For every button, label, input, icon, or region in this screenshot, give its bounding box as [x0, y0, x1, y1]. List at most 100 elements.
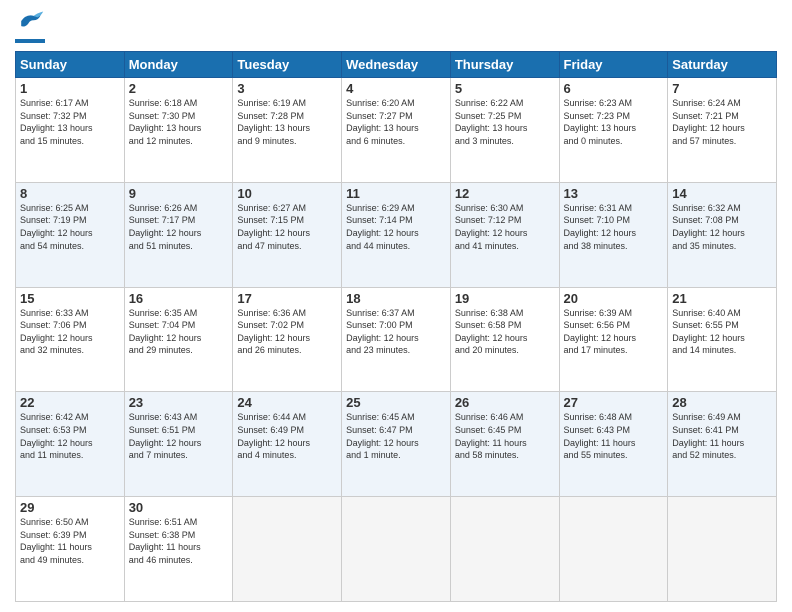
day-info: Sunrise: 6:37 AMSunset: 7:00 PMDaylight:… — [346, 307, 446, 357]
table-row: 25Sunrise: 6:45 AMSunset: 6:47 PMDayligh… — [342, 392, 451, 497]
calendar-week-row: 22Sunrise: 6:42 AMSunset: 6:53 PMDayligh… — [16, 392, 777, 497]
header-monday: Monday — [124, 52, 233, 78]
day-number: 1 — [20, 81, 120, 96]
day-number: 17 — [237, 291, 337, 306]
day-info: Sunrise: 6:23 AMSunset: 7:23 PMDaylight:… — [564, 97, 664, 147]
day-number: 10 — [237, 186, 337, 201]
day-number: 11 — [346, 186, 446, 201]
table-row: 5Sunrise: 6:22 AMSunset: 7:25 PMDaylight… — [450, 78, 559, 183]
day-number: 22 — [20, 395, 120, 410]
day-info: Sunrise: 6:27 AMSunset: 7:15 PMDaylight:… — [237, 202, 337, 252]
table-row — [450, 497, 559, 602]
day-number: 29 — [20, 500, 120, 515]
calendar-week-row: 8Sunrise: 6:25 AMSunset: 7:19 PMDaylight… — [16, 182, 777, 287]
calendar-week-row: 29Sunrise: 6:50 AMSunset: 6:39 PMDayligh… — [16, 497, 777, 602]
day-info: Sunrise: 6:31 AMSunset: 7:10 PMDaylight:… — [564, 202, 664, 252]
day-info: Sunrise: 6:17 AMSunset: 7:32 PMDaylight:… — [20, 97, 120, 147]
day-info: Sunrise: 6:42 AMSunset: 6:53 PMDaylight:… — [20, 411, 120, 461]
day-info: Sunrise: 6:39 AMSunset: 6:56 PMDaylight:… — [564, 307, 664, 357]
table-row — [559, 497, 668, 602]
day-info: Sunrise: 6:43 AMSunset: 6:51 PMDaylight:… — [129, 411, 229, 461]
day-number: 13 — [564, 186, 664, 201]
day-info: Sunrise: 6:18 AMSunset: 7:30 PMDaylight:… — [129, 97, 229, 147]
table-row: 3Sunrise: 6:19 AMSunset: 7:28 PMDaylight… — [233, 78, 342, 183]
table-row: 16Sunrise: 6:35 AMSunset: 7:04 PMDayligh… — [124, 287, 233, 392]
calendar-table: Sunday Monday Tuesday Wednesday Thursday… — [15, 51, 777, 602]
logo — [15, 10, 49, 43]
table-row: 13Sunrise: 6:31 AMSunset: 7:10 PMDayligh… — [559, 182, 668, 287]
day-info: Sunrise: 6:26 AMSunset: 7:17 PMDaylight:… — [129, 202, 229, 252]
header-saturday: Saturday — [668, 52, 777, 78]
header-wednesday: Wednesday — [342, 52, 451, 78]
calendar-header-row: Sunday Monday Tuesday Wednesday Thursday… — [16, 52, 777, 78]
header-sunday: Sunday — [16, 52, 125, 78]
day-number: 9 — [129, 186, 229, 201]
day-number: 6 — [564, 81, 664, 96]
table-row: 27Sunrise: 6:48 AMSunset: 6:43 PMDayligh… — [559, 392, 668, 497]
day-number: 8 — [20, 186, 120, 201]
table-row: 24Sunrise: 6:44 AMSunset: 6:49 PMDayligh… — [233, 392, 342, 497]
table-row: 18Sunrise: 6:37 AMSunset: 7:00 PMDayligh… — [342, 287, 451, 392]
day-number: 28 — [672, 395, 772, 410]
day-info: Sunrise: 6:51 AMSunset: 6:38 PMDaylight:… — [129, 516, 229, 566]
day-info: Sunrise: 6:46 AMSunset: 6:45 PMDaylight:… — [455, 411, 555, 461]
day-info: Sunrise: 6:29 AMSunset: 7:14 PMDaylight:… — [346, 202, 446, 252]
day-number: 21 — [672, 291, 772, 306]
day-number: 24 — [237, 395, 337, 410]
day-info: Sunrise: 6:40 AMSunset: 6:55 PMDaylight:… — [672, 307, 772, 357]
table-row: 2Sunrise: 6:18 AMSunset: 7:30 PMDaylight… — [124, 78, 233, 183]
header-friday: Friday — [559, 52, 668, 78]
day-number: 27 — [564, 395, 664, 410]
table-row: 20Sunrise: 6:39 AMSunset: 6:56 PMDayligh… — [559, 287, 668, 392]
day-number: 19 — [455, 291, 555, 306]
day-number: 7 — [672, 81, 772, 96]
day-info: Sunrise: 6:32 AMSunset: 7:08 PMDaylight:… — [672, 202, 772, 252]
table-row: 29Sunrise: 6:50 AMSunset: 6:39 PMDayligh… — [16, 497, 125, 602]
calendar-week-row: 15Sunrise: 6:33 AMSunset: 7:06 PMDayligh… — [16, 287, 777, 392]
day-info: Sunrise: 6:44 AMSunset: 6:49 PMDaylight:… — [237, 411, 337, 461]
table-row: 15Sunrise: 6:33 AMSunset: 7:06 PMDayligh… — [16, 287, 125, 392]
day-info: Sunrise: 6:50 AMSunset: 6:39 PMDaylight:… — [20, 516, 120, 566]
table-row — [668, 497, 777, 602]
logo-icon — [15, 10, 45, 32]
day-info: Sunrise: 6:25 AMSunset: 7:19 PMDaylight:… — [20, 202, 120, 252]
table-row: 11Sunrise: 6:29 AMSunset: 7:14 PMDayligh… — [342, 182, 451, 287]
day-number: 15 — [20, 291, 120, 306]
table-row: 28Sunrise: 6:49 AMSunset: 6:41 PMDayligh… — [668, 392, 777, 497]
table-row: 7Sunrise: 6:24 AMSunset: 7:21 PMDaylight… — [668, 78, 777, 183]
day-info: Sunrise: 6:38 AMSunset: 6:58 PMDaylight:… — [455, 307, 555, 357]
table-row: 23Sunrise: 6:43 AMSunset: 6:51 PMDayligh… — [124, 392, 233, 497]
day-number: 16 — [129, 291, 229, 306]
day-number: 26 — [455, 395, 555, 410]
day-number: 5 — [455, 81, 555, 96]
table-row — [233, 497, 342, 602]
page-header — [15, 10, 777, 43]
table-row: 21Sunrise: 6:40 AMSunset: 6:55 PMDayligh… — [668, 287, 777, 392]
day-number: 4 — [346, 81, 446, 96]
day-info: Sunrise: 6:33 AMSunset: 7:06 PMDaylight:… — [20, 307, 120, 357]
table-row: 8Sunrise: 6:25 AMSunset: 7:19 PMDaylight… — [16, 182, 125, 287]
table-row: 4Sunrise: 6:20 AMSunset: 7:27 PMDaylight… — [342, 78, 451, 183]
day-number: 30 — [129, 500, 229, 515]
day-number: 12 — [455, 186, 555, 201]
calendar-week-row: 1Sunrise: 6:17 AMSunset: 7:32 PMDaylight… — [16, 78, 777, 183]
day-number: 23 — [129, 395, 229, 410]
header-thursday: Thursday — [450, 52, 559, 78]
day-number: 20 — [564, 291, 664, 306]
header-tuesday: Tuesday — [233, 52, 342, 78]
table-row: 14Sunrise: 6:32 AMSunset: 7:08 PMDayligh… — [668, 182, 777, 287]
logo-underline — [15, 39, 45, 43]
day-info: Sunrise: 6:45 AMSunset: 6:47 PMDaylight:… — [346, 411, 446, 461]
day-info: Sunrise: 6:22 AMSunset: 7:25 PMDaylight:… — [455, 97, 555, 147]
day-number: 14 — [672, 186, 772, 201]
table-row: 9Sunrise: 6:26 AMSunset: 7:17 PMDaylight… — [124, 182, 233, 287]
day-number: 3 — [237, 81, 337, 96]
day-info: Sunrise: 6:24 AMSunset: 7:21 PMDaylight:… — [672, 97, 772, 147]
table-row: 17Sunrise: 6:36 AMSunset: 7:02 PMDayligh… — [233, 287, 342, 392]
day-info: Sunrise: 6:30 AMSunset: 7:12 PMDaylight:… — [455, 202, 555, 252]
table-row: 1Sunrise: 6:17 AMSunset: 7:32 PMDaylight… — [16, 78, 125, 183]
day-info: Sunrise: 6:35 AMSunset: 7:04 PMDaylight:… — [129, 307, 229, 357]
day-info: Sunrise: 6:19 AMSunset: 7:28 PMDaylight:… — [237, 97, 337, 147]
table-row: 30Sunrise: 6:51 AMSunset: 6:38 PMDayligh… — [124, 497, 233, 602]
day-info: Sunrise: 6:36 AMSunset: 7:02 PMDaylight:… — [237, 307, 337, 357]
